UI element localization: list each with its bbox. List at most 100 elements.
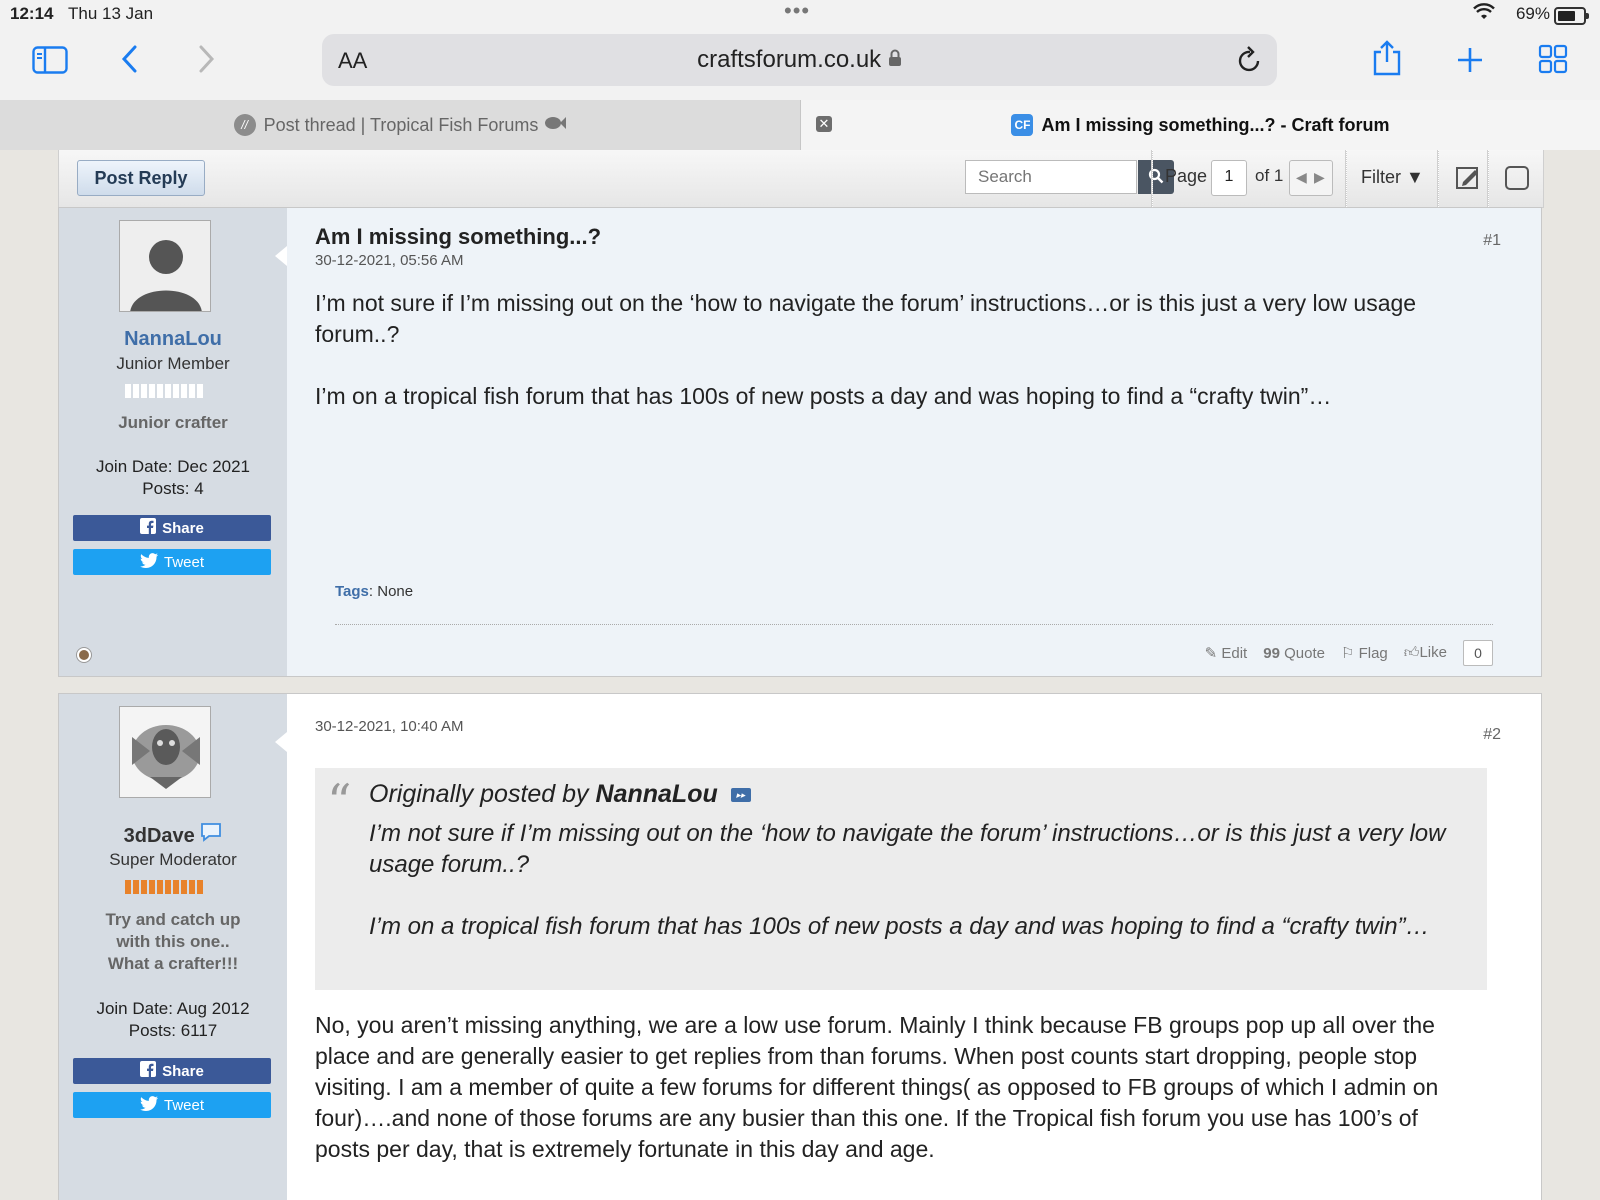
toolbar-divider [1151,150,1153,207]
tab-title: Post thread | Tropical Fish Forums [263,114,539,135]
toolbar-divider [1437,150,1439,207]
username[interactable]: NannaLou [59,328,287,351]
avatar-placeholder[interactable] [119,220,211,312]
search-input[interactable] [965,160,1137,194]
post-pointer [275,732,287,752]
post-paragraph: I’m on a tropical fish forum that has 10… [315,383,1332,409]
forward-icon[interactable] [196,44,216,79]
page-total: of 1 [1255,166,1284,185]
facebook-icon [140,1061,157,1081]
post-content: Am I missing something...? 30-12-2021, 0… [287,208,1541,676]
username[interactable]: 3dDave [59,822,287,848]
twitter-bird-icon [139,552,158,572]
pencil-icon: ✎ [1204,645,1218,662]
new-tab-icon[interactable] [1456,46,1484,79]
post-title: Am I missing something...? [315,224,602,249]
address-bar[interactable]: AA craftsforum.co.uk [322,34,1277,86]
like-count: 0 [1463,640,1493,666]
caret-down-icon: ▼ [1406,167,1424,187]
next-page-icon[interactable]: ▶ [1314,169,1325,186]
chat-bubble-icon[interactable] [200,823,222,847]
post-body: I’m not sure if I’m missing out on the ‘… [315,288,1475,443]
url-domain: craftsforum.co.uk [322,46,1277,74]
user-title: Junior Member [116,354,230,373]
browser-toolbar: AA craftsforum.co.uk [0,28,1600,100]
prev-page-icon[interactable]: ◀ [1296,169,1307,186]
post-reply-button[interactable]: Post Reply [77,160,205,196]
user-rank-text-3: What a crafter!!! [107,954,239,973]
post-actions: ✎ Edit 99 Quote ⚐ Flag 👍︎Like 0 [1205,640,1493,666]
quote-button[interactable]: 99 Quote [1263,645,1325,662]
share-icon[interactable] [1372,40,1402,81]
facebook-share-button[interactable]: Share [73,515,271,541]
select-checkbox[interactable] [1505,166,1529,190]
post-pointer [275,246,287,266]
user-info-panel: 3dDave Super Moderator Try and catch up … [59,694,287,1200]
post-content: 30-12-2021, 10:40 AM #2 “ Originally pos… [287,694,1541,1200]
tab-craft-forum[interactable]: CF Am I missing something...? - Craft fo… [801,100,1600,150]
quote-block: “ Originally posted by NannaLou ▸▸ I’m n… [315,768,1487,990]
edit-thread-icon[interactable] [1455,164,1481,195]
craft-forum-favicon-icon: CF [1011,114,1034,136]
user-title: Super Moderator [109,850,237,869]
avatar-image[interactable] [119,706,211,798]
user-rank-text: Junior crafter [118,413,228,432]
quote-icon: 99 [1263,644,1280,662]
multitask-dots-icon[interactable]: ••• [784,0,810,24]
join-date: Join Date: Dec 2021 [95,457,251,476]
status-bar: 12:14 Thu 13 Jan ••• 69% [0,0,1600,28]
filter-dropdown[interactable]: Filter ▼ [1361,167,1424,188]
post-count: Posts: 6117 [128,1021,218,1040]
thread-container: Post Reply Page 1 of 1 ◀ ▶ Filter ▼ [58,150,1544,1200]
tweet-button[interactable]: Tweet [73,549,271,575]
post-number[interactable]: #1 [1483,232,1501,250]
user-rank-text-2: with this one.. [116,932,230,951]
reload-icon[interactable] [1237,46,1263,79]
post-tags: Tags: None [335,583,413,600]
view-post-icon[interactable]: ▸▸ [730,788,751,803]
wifi-icon [1473,3,1495,26]
facebook-share-button[interactable]: Share [73,1058,271,1084]
fish-forum-favicon-icon: // [233,114,256,136]
rank-bar [125,880,207,894]
tab-bar: // Post thread | Tropical Fish Forums CF… [0,100,1600,151]
post-count: Posts: 4 [142,479,204,498]
quote-header: Originally posted by NannaLou ▸▸ [369,780,751,809]
user-rank-text-1: Try and catch up [105,910,241,929]
like-button[interactable]: 👍︎Like [1404,644,1447,662]
offline-status-icon [77,648,91,662]
sidebar-icon[interactable] [32,46,68,79]
tags-label: Tags [335,583,369,600]
back-icon[interactable] [120,44,140,79]
fish-icon [544,115,567,136]
post-1: NannaLou Junior Member Junior crafter Jo… [58,207,1542,677]
page-content: Post Reply Page 1 of 1 ◀ ▶ Filter ▼ [0,150,1600,1200]
toolbar-divider [1487,150,1489,207]
lock-icon [888,46,902,73]
user-info-panel: NannaLou Junior Member Junior crafter Jo… [59,208,287,676]
post-date: 30-12-2021, 05:56 AM [315,252,464,269]
page-number-input[interactable]: 1 [1211,160,1247,196]
post-paragraph: I’m not sure if I’m missing out on the ‘… [315,290,1417,347]
twitter-bird-icon [139,1095,158,1115]
rank-bar [125,384,207,398]
quote-mark-icon: “ [327,774,352,830]
quote-body: I’m not sure if I’m missing out on the ‘… [369,818,1469,973]
tab-tropical-fish[interactable]: // Post thread | Tropical Fish Forums [0,100,801,150]
battery-icon [1554,7,1589,25]
flag-icon: ⚐ [1340,645,1355,662]
status-date: Thu 13 Jan [68,4,154,23]
pager-buttons: ◀ ▶ [1289,160,1333,196]
tweet-button[interactable]: Tweet [73,1092,271,1118]
facebook-icon [140,518,157,538]
close-tab-icon[interactable]: ✕ [816,116,832,132]
post-body: No, you aren’t missing anything, we are … [315,1012,1439,1162]
post-number[interactable]: #2 [1483,726,1501,744]
post-2: 3dDave Super Moderator Try and catch up … [58,693,1542,1200]
thread-toolbar: Post Reply Page 1 of 1 ◀ ▶ Filter ▼ [58,150,1544,208]
tab-overview-icon[interactable] [1538,44,1568,79]
quote-paragraph: I’m not sure if I’m missing out on the ‘… [369,820,1446,878]
join-date: Join Date: Aug 2012 [96,999,250,1018]
edit-button[interactable]: ✎ Edit [1205,644,1248,662]
flag-button[interactable]: ⚐ Flag [1341,644,1388,662]
